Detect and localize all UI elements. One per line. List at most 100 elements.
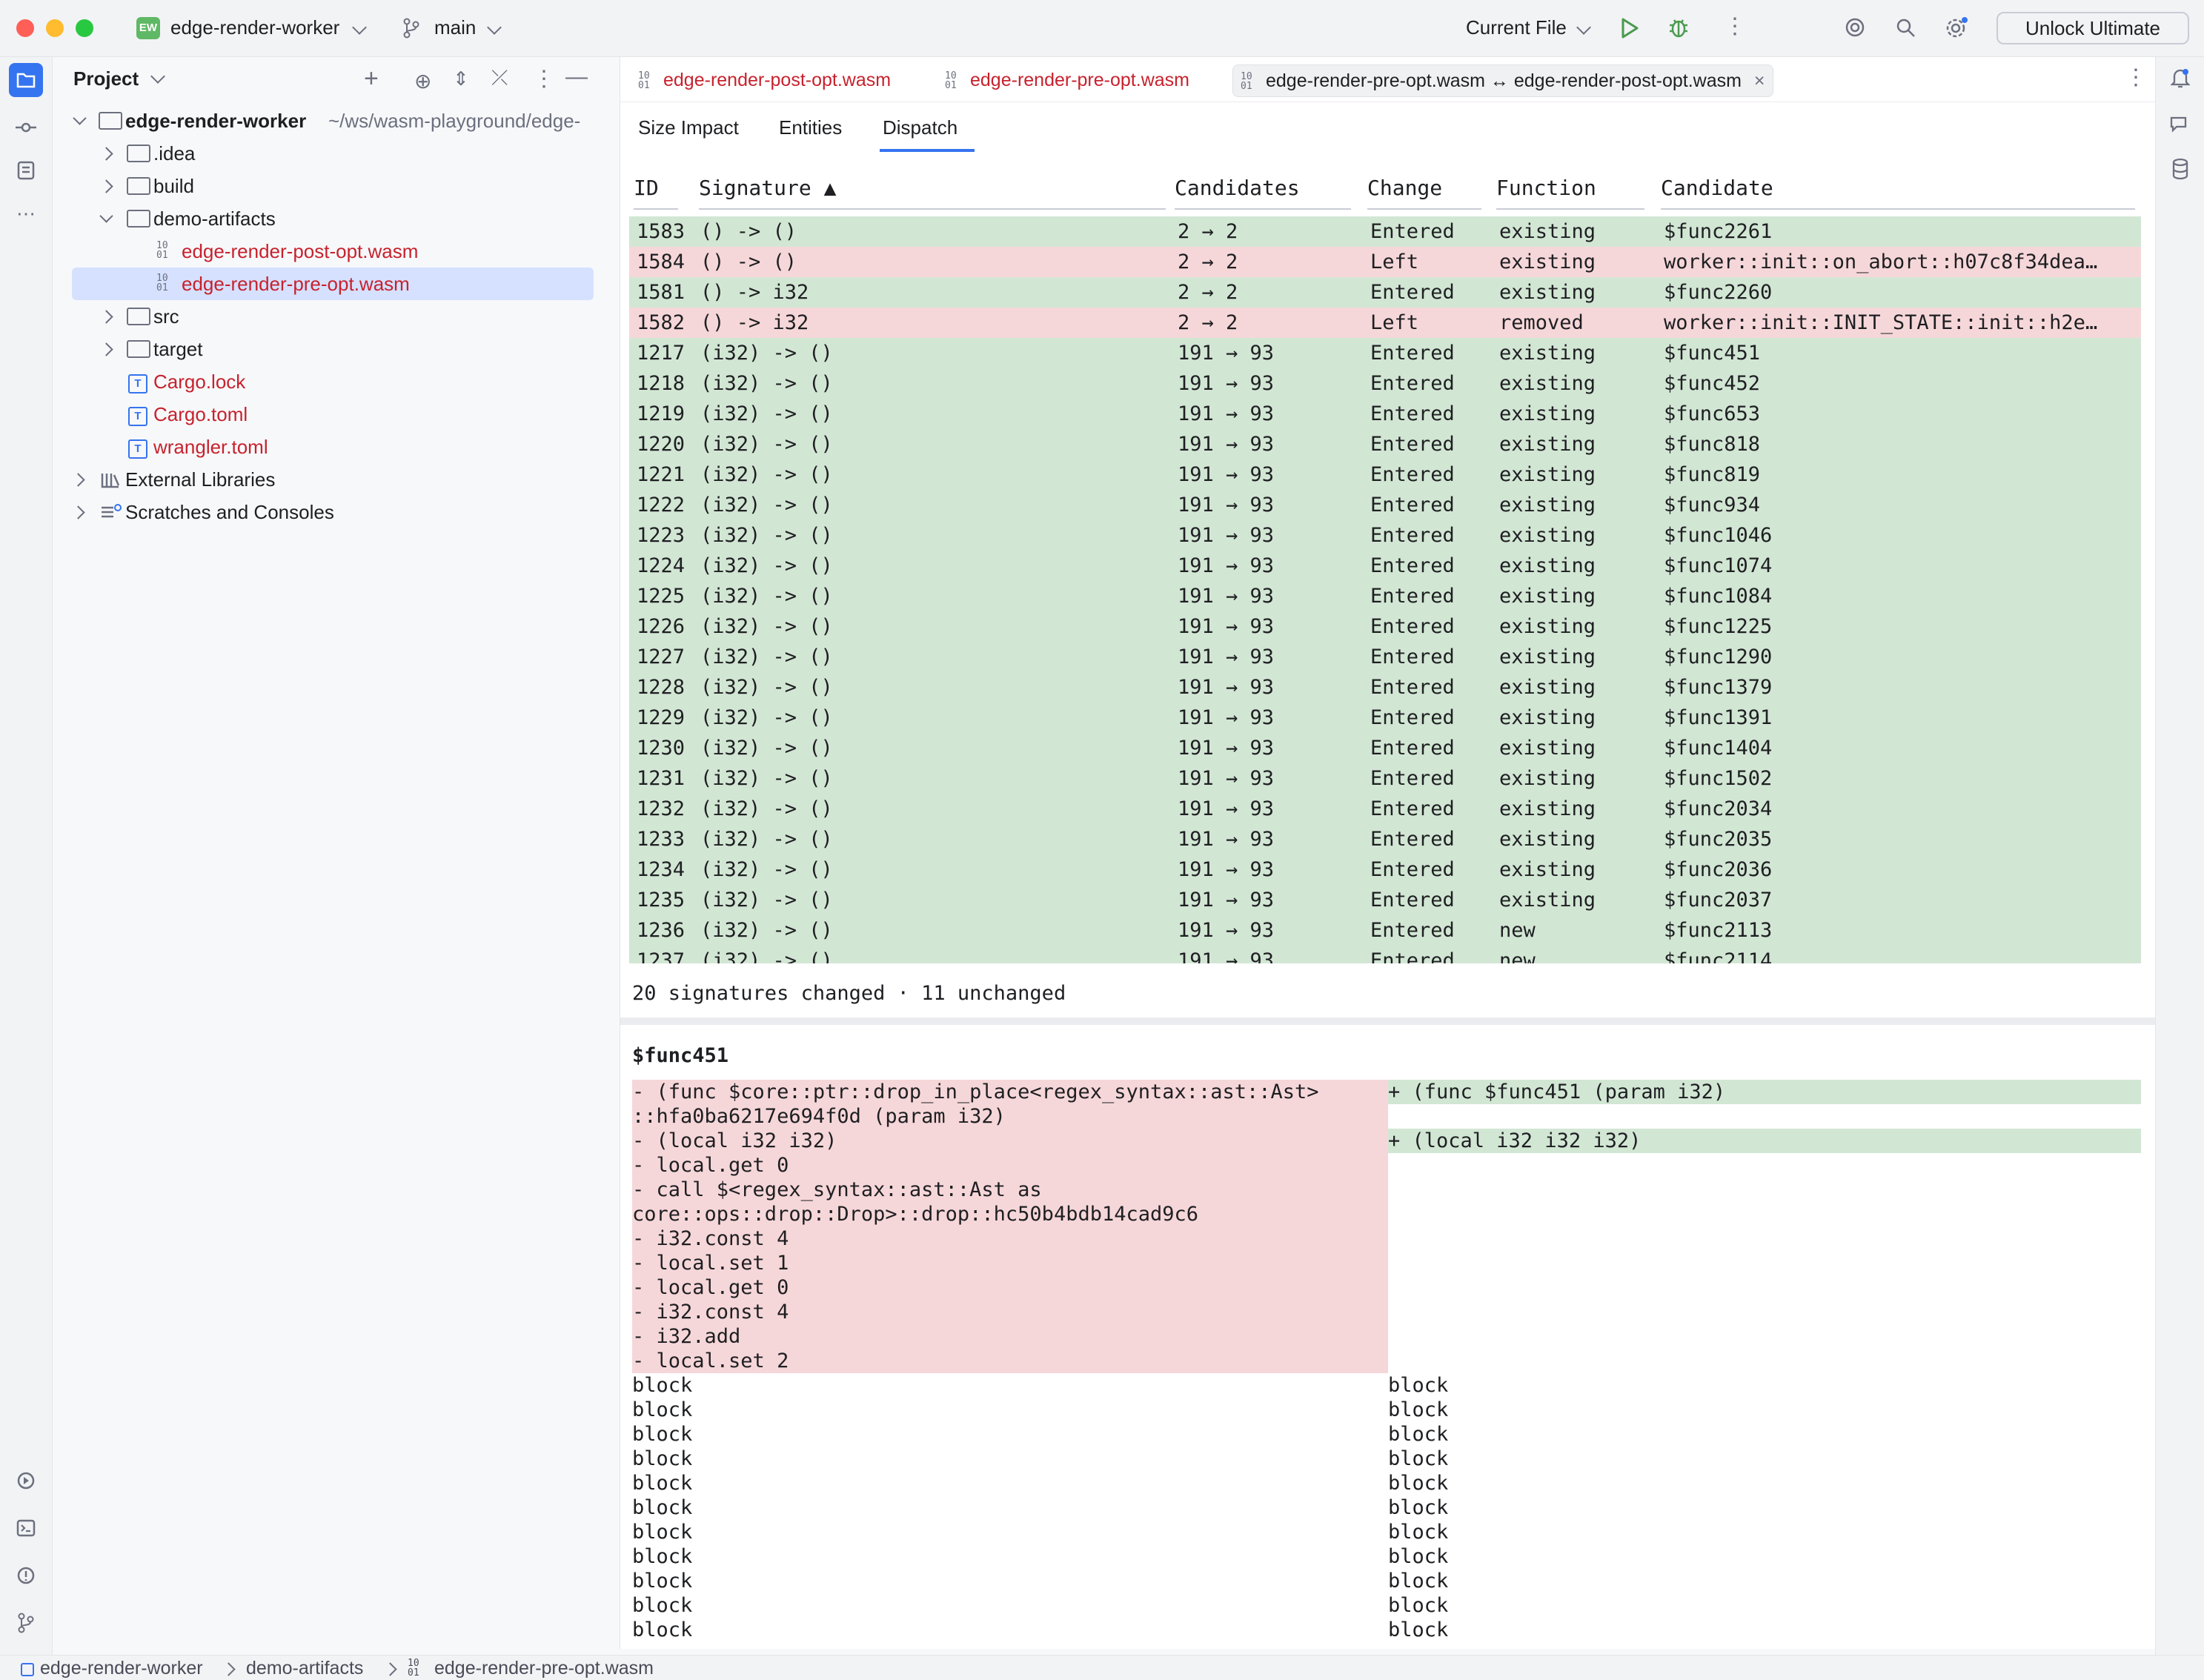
tree-item-demo-artifacts[interactable]: demo-artifacts [53, 202, 612, 235]
table-row[interactable]: 1222 (i32) -> () 191 → 93 Entered existing $f… [629, 490, 2141, 520]
tree-item-pre-opt-wasm[interactable]: 10 01 edge-render-pre-opt.wasm [72, 268, 594, 300]
close-window-button[interactable] [16, 19, 34, 37]
table-row[interactable]: 1236 (i32) -> () 191 → 93 Entered new $func21… [629, 915, 2141, 946]
editor-tab-bar: 10 01 edge-render-post-opt.wasm 10 01 edge… [620, 57, 2156, 102]
tree-item-label: target [153, 338, 203, 360]
column-header-change[interactable]: Change [1367, 176, 1481, 210]
commit-icon [16, 122, 36, 133]
splitter[interactable] [620, 1017, 2156, 1025]
terminal-tool-button[interactable] [9, 1511, 43, 1545]
problems-tool-button[interactable] [9, 1558, 43, 1593]
table-row[interactable]: 1219 (i32) -> () 191 → 93 Entered existing $f… [629, 399, 2141, 429]
tree-item-external-libraries[interactable]: External Libraries [53, 463, 612, 496]
branch-icon [403, 18, 419, 39]
table-row[interactable]: 1230 (i32) -> () 191 → 93 Entered existing $f… [629, 733, 2141, 763]
column-header-id[interactable]: ID [634, 176, 678, 210]
collapse-all-icon[interactable]: ⤫ [491, 66, 508, 90]
locate-file-icon[interactable]: ⊕ [414, 69, 431, 93]
cell-change: Entered [1370, 949, 1455, 963]
cell-function: existing [1499, 767, 1596, 790]
table-row[interactable]: 1581 () -> i32 2 → 2 Entered existing $func22… [629, 277, 2141, 308]
project-switcher[interactable]: EW edge-render-worker [136, 15, 367, 41]
table-row[interactable]: 1233 (i32) -> () 191 → 93 Entered existing $f… [629, 824, 2141, 854]
tree-item-scratches[interactable]: Scratches and Consoles [53, 496, 612, 528]
close-tab-icon[interactable]: × [1754, 70, 1765, 91]
unlock-ultimate-button[interactable]: Unlock Ultimate [1996, 12, 2189, 44]
debug-icon[interactable] [1667, 16, 1690, 39]
tree-item-wrangler-toml[interactable]: T wrangler.toml [53, 431, 612, 463]
breadcrumb-file[interactable]: edge-render-pre-opt.wasm [434, 1658, 654, 1679]
more-tools-icon[interactable]: ⋯ [9, 196, 43, 230]
branch-switcher[interactable]: main [403, 15, 502, 41]
run-icon[interactable] [1620, 18, 1639, 39]
breadcrumb-project[interactable]: edge-render-worker [40, 1658, 203, 1679]
tree-item-src[interactable]: src [53, 300, 612, 333]
tree-item-build[interactable]: build [53, 170, 612, 202]
version-control-tool-button[interactable] [9, 1606, 43, 1640]
more-actions-icon[interactable]: ⋮ [1724, 13, 1746, 39]
table-row[interactable]: 1232 (i32) -> () 191 → 93 Entered existing $f… [629, 794, 2141, 824]
services-tool-button[interactable] [9, 1464, 43, 1498]
options-menu-icon[interactable]: ⋮ [533, 66, 555, 92]
breadcrumb-folder[interactable]: demo-artifacts [246, 1658, 363, 1679]
table-row[interactable]: 1583 () -> () 2 → 2 Entered existing $func226… [629, 216, 2141, 247]
run-config-selector[interactable]: Current File [1466, 15, 1591, 41]
tab-size-impact[interactable]: Size Impact [638, 116, 739, 139]
editor-tab-pre-opt[interactable]: 10 01 edge-render-pre-opt.wasm [937, 64, 1197, 96]
tree-item-cargo-lock[interactable]: T Cargo.lock [53, 365, 612, 398]
table-row[interactable]: 1584 () -> () 2 → 2 Left existing worker::ini… [629, 247, 2141, 277]
table-row[interactable]: 1217 (i32) -> () 191 → 93 Entered existing $f… [629, 338, 2141, 368]
tree-item-target[interactable]: target [53, 333, 612, 365]
table-row[interactable]: 1235 (i32) -> () 191 → 93 Entered existing $f… [629, 885, 2141, 915]
commit-tool-button[interactable] [9, 110, 43, 145]
notifications-bell-icon[interactable] [2171, 67, 2190, 90]
structure-tool-button[interactable] [9, 153, 43, 187]
tab-dispatch[interactable]: Dispatch [883, 116, 957, 139]
table-row[interactable]: 1218 (i32) -> () 191 → 93 Entered existing $f… [629, 368, 2141, 399]
table-row[interactable]: 1234 (i32) -> () 191 → 93 Entered existing $f… [629, 854, 2141, 885]
table-row[interactable]: 1227 (i32) -> () 191 → 93 Entered existing $f… [629, 642, 2141, 672]
tab-entities[interactable]: Entities [779, 116, 842, 139]
cell-function: existing [1499, 463, 1596, 486]
column-header-signature[interactable]: Signature ▲ [699, 176, 1166, 210]
settings-gear-icon[interactable] [1945, 16, 1968, 40]
minimize-window-button[interactable] [46, 19, 64, 37]
left-tool-stripe: ⋯ [0, 57, 53, 1655]
hide-panel-icon[interactable]: — [565, 64, 588, 90]
tab-options-icon[interactable]: ⋮ [2125, 64, 2147, 90]
table-row[interactable]: 1225 (i32) -> () 191 → 93 Entered existing $f… [629, 581, 2141, 611]
column-header-candidate[interactable]: Candidate [1661, 176, 2135, 210]
table-row[interactable]: 1231 (i32) -> () 191 → 93 Entered existing $f… [629, 763, 2141, 794]
table-row[interactable]: 1229 (i32) -> () 191 → 93 Entered existing $f… [629, 703, 2141, 733]
zoom-window-button[interactable] [76, 19, 93, 37]
project-tool-button[interactable] [9, 63, 43, 97]
column-header-function[interactable]: Function [1496, 176, 1644, 210]
project-panel-header[interactable]: Project [73, 67, 166, 90]
table-row[interactable]: 1582 () -> i32 2 → 2 Left removed worker::ini… [629, 308, 2141, 338]
tree-root[interactable]: edge-render-worker ~/ws/wasm-playground/… [53, 104, 612, 137]
table-row[interactable]: 1226 (i32) -> () 191 → 93 Entered existing $f… [629, 611, 2141, 642]
table-row[interactable]: 1224 (i32) -> () 191 → 93 Entered existing $f… [629, 551, 2141, 581]
table-row[interactable]: 1223 (i32) -> () 191 → 93 Entered existing $f… [629, 520, 2141, 551]
column-header-candidates[interactable]: Candidates [1175, 176, 1351, 210]
cell-signature: (i32) -> () [700, 585, 833, 608]
ai-chat-icon[interactable] [2169, 115, 2191, 136]
library-icon [101, 474, 120, 488]
tree-item-idea[interactable]: .idea [53, 137, 612, 170]
diff-context-line: block [1388, 1447, 1449, 1470]
editor-tab-post-opt[interactable]: 10 01 edge-render-post-opt.wasm [631, 64, 898, 96]
tree-item-post-opt-wasm[interactable]: 10 01 edge-render-post-opt.wasm [53, 235, 612, 268]
table-row[interactable]: 1221 (i32) -> () 191 → 93 Entered existing $f… [629, 459, 2141, 490]
add-file-icon[interactable]: + [364, 66, 379, 91]
database-icon[interactable] [2171, 158, 2190, 180]
project-badge: EW [136, 17, 160, 39]
table-row[interactable]: 1237 (i32) -> () 191 → 93 Entered new $func21… [629, 946, 2141, 963]
table-row[interactable]: 1228 (i32) -> () 191 → 93 Entered existing $f… [629, 672, 2141, 703]
cell-signature: (i32) -> () [700, 737, 833, 760]
table-row[interactable]: 1220 (i32) -> () 191 → 93 Entered existing $f… [629, 429, 2141, 459]
expand-all-icon[interactable]: ⇕ [453, 67, 469, 90]
ai-assistant-icon[interactable] [1844, 16, 1866, 39]
editor-tab-diff[interactable]: 10 01 edge-render-pre-opt.wasm ↔ edge-ren… [1232, 64, 1773, 97]
search-icon[interactable] [1896, 18, 1916, 39]
tree-item-cargo-toml[interactable]: T Cargo.toml [53, 398, 612, 431]
